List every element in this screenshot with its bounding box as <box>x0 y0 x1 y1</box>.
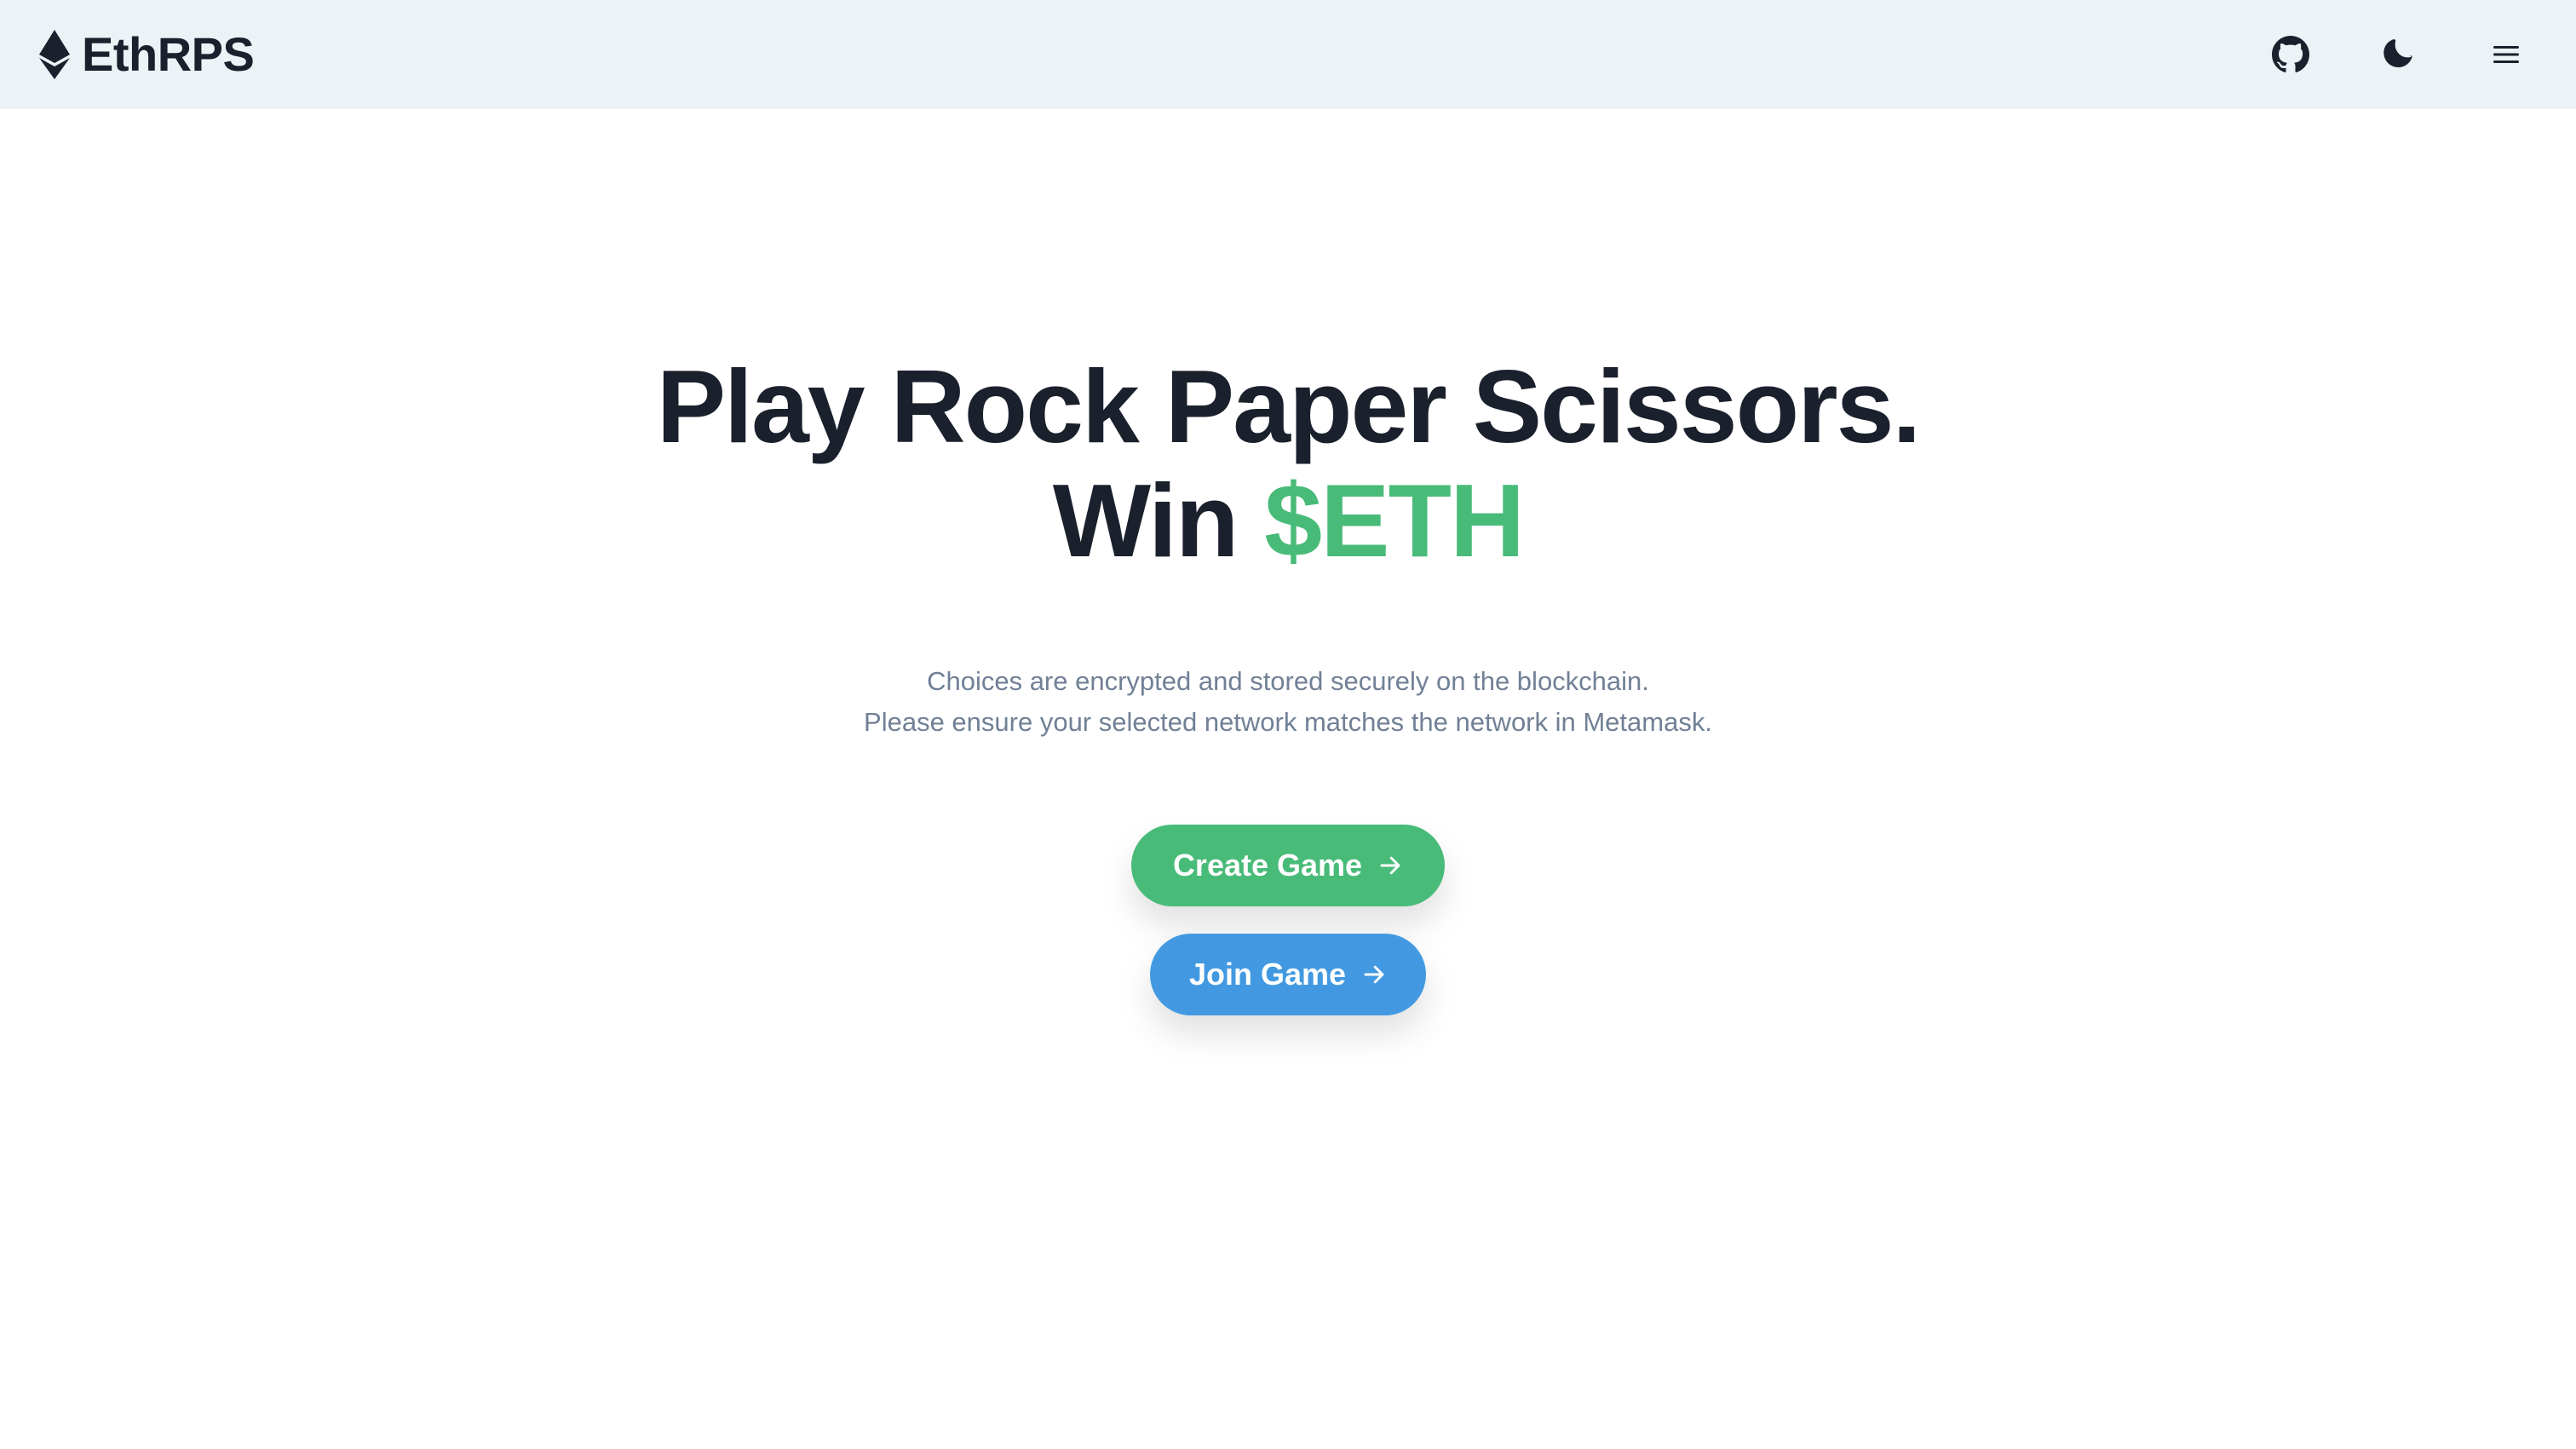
description-line-2: Please ensure your selected network matc… <box>864 707 1712 737</box>
arrow-right-icon <box>1361 962 1387 987</box>
headline-line-2-prefix: Win <box>1052 463 1265 578</box>
join-game-label: Join Game <box>1188 957 1347 992</box>
ethereum-icon <box>39 30 70 79</box>
join-game-button[interactable]: Join Game <box>1150 934 1426 1015</box>
github-icon <box>2272 36 2309 73</box>
moon-icon <box>2381 37 2415 72</box>
hamburger-menu-icon <box>2492 43 2521 66</box>
hero-description: Choices are encrypted and stored securel… <box>0 661 2576 743</box>
headline-eth-accent: $ETH <box>1264 463 1525 578</box>
theme-toggle-button[interactable] <box>2371 27 2425 82</box>
create-game-button[interactable]: Create Game <box>1131 825 1445 906</box>
navbar: EthRPS <box>0 0 2576 109</box>
brand-name: EthRPS <box>82 27 255 81</box>
headline-line-1: Play Rock Paper Scissors. <box>656 348 1922 464</box>
create-game-label: Create Game <box>1172 848 1363 883</box>
description-line-1: Choices are encrypted and stored securel… <box>927 666 1649 696</box>
menu-button[interactable] <box>2479 27 2533 82</box>
github-link[interactable] <box>2263 27 2318 82</box>
hero-headline: Play Rock Paper Scissors. Win $ETH <box>0 349 2576 578</box>
arrow-right-icon <box>1377 853 1403 878</box>
brand-link[interactable]: EthRPS <box>39 26 255 83</box>
